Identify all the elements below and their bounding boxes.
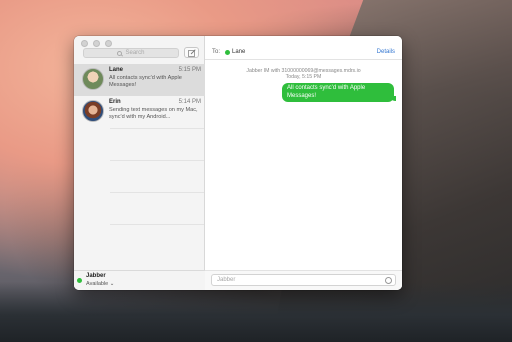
message-timestamp: Today, 5:15 PM bbox=[285, 74, 322, 80]
conversation-preview: Sending text messages on my Mac, sync'd … bbox=[109, 106, 198, 120]
conversation-item-erin[interactable]: Erin 5:14 PM Sending text messages on my… bbox=[74, 96, 205, 128]
minimize-window-button[interactable] bbox=[93, 40, 100, 47]
message-input[interactable]: Jabber bbox=[211, 274, 396, 286]
search-input[interactable]: Search bbox=[83, 48, 179, 58]
avatar bbox=[82, 100, 104, 122]
message-bubble[interactable]: All contacts sync'd with Apple Messages! bbox=[282, 83, 396, 102]
sidebar: Search Lane 5:15 PM All contacts sync'd … bbox=[74, 36, 205, 290]
desktop-wallpaper-trees bbox=[0, 282, 512, 342]
conversation-name: Lane bbox=[109, 67, 124, 73]
avatar bbox=[82, 68, 104, 90]
compose-button[interactable] bbox=[184, 47, 199, 58]
conversation-time: 5:14 PM bbox=[178, 99, 201, 105]
recipient-name[interactable]: Lane bbox=[232, 49, 245, 55]
composer-bar: Jabber bbox=[205, 270, 402, 290]
available-status-icon bbox=[77, 278, 82, 283]
conversation-preview: All contacts sync'd with Apple Messages! bbox=[109, 74, 182, 88]
list-divider bbox=[110, 192, 204, 193]
message-input-placeholder: Jabber bbox=[217, 277, 236, 283]
compose-icon bbox=[187, 48, 196, 57]
window-controls bbox=[81, 40, 112, 47]
conversation-pane: To: Lane Details Jabber IM with 31000000… bbox=[205, 36, 402, 290]
recipient-bar: To: Lane Details bbox=[205, 44, 402, 60]
search-icon bbox=[117, 50, 123, 56]
conversation-time: 5:15 PM bbox=[178, 67, 201, 73]
zoom-window-button[interactable] bbox=[105, 40, 112, 47]
close-window-button[interactable] bbox=[81, 40, 88, 47]
list-divider bbox=[110, 224, 204, 225]
conversation-name: Erin bbox=[109, 99, 121, 105]
list-divider bbox=[110, 128, 204, 129]
account-name: Jabber bbox=[86, 273, 106, 279]
to-label: To: bbox=[212, 49, 221, 55]
list-divider bbox=[110, 160, 204, 161]
messages-window: Search Lane 5:15 PM All contacts sync'd … bbox=[74, 36, 402, 290]
search-placeholder: Search bbox=[125, 50, 145, 56]
availability-dropdown[interactable]: Available ⌄ bbox=[86, 281, 114, 287]
recipient-status-icon bbox=[225, 50, 230, 55]
details-button[interactable]: Details bbox=[377, 49, 395, 55]
conversation-item-lane[interactable]: Lane 5:15 PM All contacts sync'd with Ap… bbox=[74, 64, 205, 96]
account-status-bar[interactable]: Jabber Available ⌄ bbox=[74, 270, 205, 290]
emoji-icon[interactable] bbox=[385, 277, 392, 284]
